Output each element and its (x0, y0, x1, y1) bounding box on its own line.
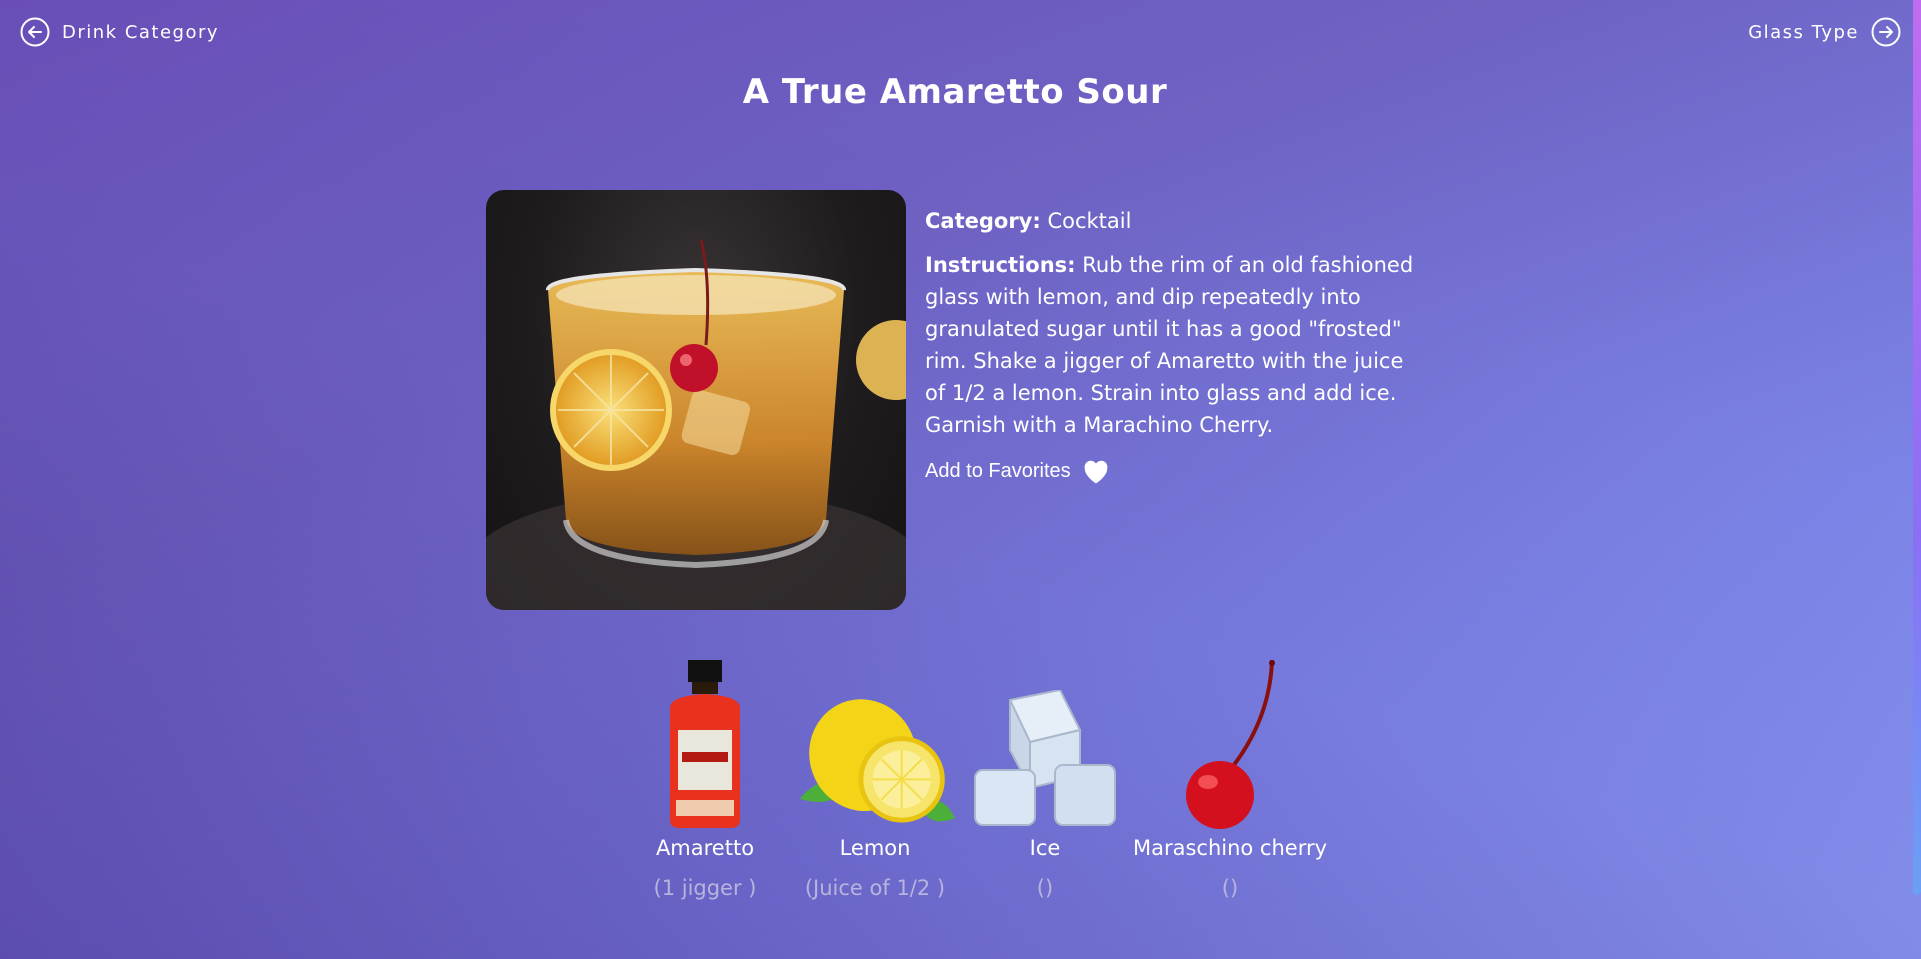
ingredient-name: Lemon (839, 836, 911, 860)
category-label: Category: (925, 209, 1041, 233)
arrow-right-circle-icon (1871, 17, 1901, 47)
amaretto-bottle-icon (625, 660, 785, 830)
prev-link-label: Drink Category (62, 21, 220, 43)
ingredient-item[interactable]: Amaretto (1 jigger ) (620, 660, 790, 900)
heart-icon (1081, 457, 1111, 485)
category-value: Cocktail (1047, 209, 1132, 233)
instructions-label: Instructions: (925, 253, 1076, 277)
ingredient-measure: () (1221, 876, 1239, 900)
cherry-icon (1150, 660, 1310, 830)
ice-cubes-icon (965, 660, 1125, 830)
favorites-label: Add to Favorites (925, 459, 1071, 482)
prev-drink-category-link[interactable]: Drink Category (20, 17, 219, 47)
category-line: Category: Cocktail (925, 205, 1425, 237)
next-link-label: Glass Type (1748, 21, 1859, 43)
scrollbar[interactable] (1913, 0, 1921, 895)
ingredient-name: Maraschino cherry (1132, 836, 1328, 860)
ingredient-name: Ice (1029, 836, 1061, 860)
drink-title: A True Amaretto Sour (742, 72, 1168, 112)
next-glass-type-link[interactable]: Glass Type (1748, 17, 1901, 47)
instructions-line: Instructions: Rub the rim of an old fash… (925, 249, 1425, 441)
drink-details: Category: Cocktail Instructions: Rub the… (925, 205, 1425, 485)
ingredient-item[interactable]: Ice () (960, 660, 1130, 900)
ingredient-measure: () (1036, 876, 1054, 900)
ingredient-measure: (Juice of 1/2 ) (804, 876, 946, 900)
add-to-favorites-button[interactable]: Add to Favorites (925, 457, 1425, 485)
arrow-left-circle-icon (20, 17, 50, 47)
drink-photo (486, 190, 906, 610)
ingredients-list: Amaretto (1 jigger ) Lemon (Juice of 1/2… (620, 660, 1330, 900)
ingredient-item[interactable]: Maraschino cherry () (1130, 660, 1330, 900)
ingredient-measure: (1 jigger ) (653, 876, 757, 900)
ingredient-item[interactable]: Lemon (Juice of 1/2 ) (790, 660, 960, 900)
instructions-text: Rub the rim of an old fashioned glass wi… (925, 253, 1414, 437)
ingredient-name: Amaretto (655, 836, 755, 860)
lemon-icon (795, 660, 955, 830)
